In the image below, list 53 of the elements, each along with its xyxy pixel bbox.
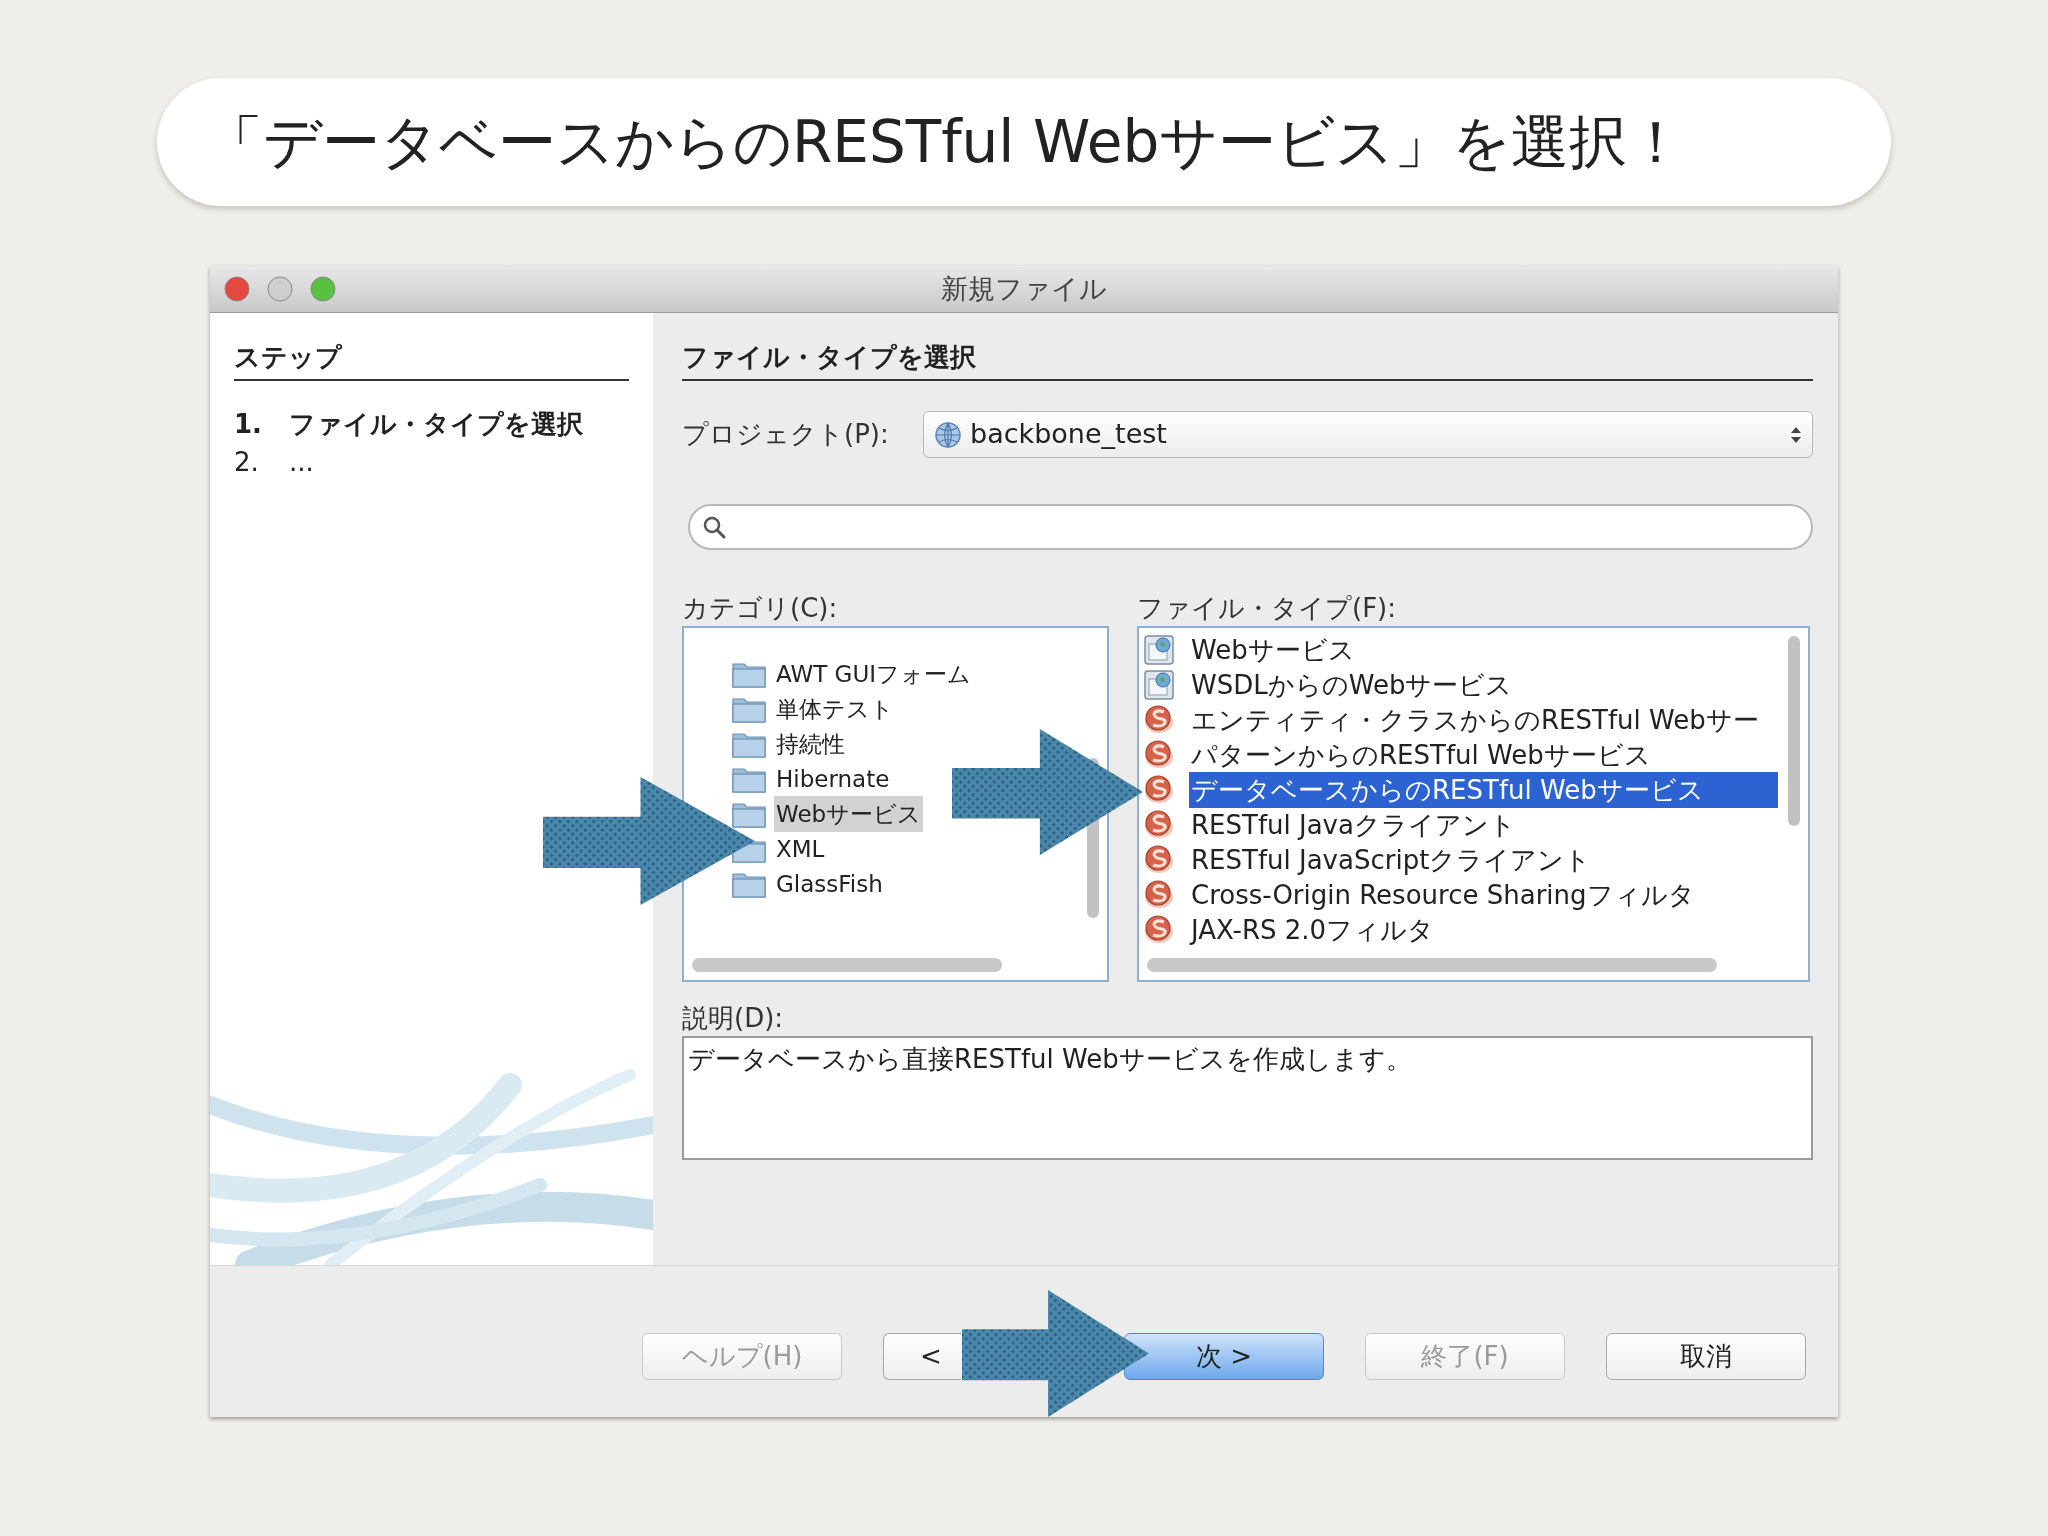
rest-service-icon [1143,808,1175,841]
rest-service-icon [1143,843,1175,876]
list-label: カテゴリ(C): [682,592,839,625]
list-item[interactable]: 単体テスト [774,690,896,727]
stepper-icon [1790,425,1802,444]
list-item[interactable]: RESTful Javaクライアント [1189,806,1778,843]
project-dropdown[interactable]: backbone_test [923,411,1813,458]
list-item[interactable]: Cross-Origin Resource Sharingフィルタ [1189,876,1778,913]
list-item[interactable]: RESTful JavaScriptクライアント [1189,841,1778,878]
search-icon [702,515,726,539]
dialog-button[interactable]: < [883,1333,961,1380]
window-title: 新規ファイル [941,271,1107,306]
caption-text: 「データベースからのRESTful Webサービス」を選択！ [205,106,1686,178]
minimize-button[interactable] [267,276,293,302]
rest-service-icon [1143,703,1175,736]
rest-service-icon [1143,773,1175,806]
list-item[interactable]: JAX-RS 2.0フィルタ [1189,911,1778,948]
list-item[interactable]: XML [774,830,827,867]
list-item[interactable]: GlassFish [774,865,885,902]
list-item[interactable]: 持続性 [774,725,847,762]
web-service-icon [1143,668,1175,701]
search-field[interactable] [688,504,1813,550]
zoom-button[interactable] [310,276,336,302]
globe-icon [934,420,962,449]
project-value: backbone_test [970,417,1168,452]
close-button[interactable] [224,276,250,302]
rest-service-icon [1143,878,1175,911]
list-item[interactable]: データベースからのRESTful Webサービス [1189,771,1778,808]
web-service-icon [1143,633,1175,666]
list-item[interactable]: パターンからのRESTful Webサービス [1189,736,1778,773]
step-number: 2. [234,446,260,479]
scrollbar-thumb[interactable] [1147,958,1717,972]
scrollbar-thumb[interactable] [1788,636,1800,826]
dialog-button[interactable]: 次 > [1124,1333,1324,1380]
step-number: 1. [234,408,263,441]
list-label: ファイル・タイプ(F): [1137,592,1397,625]
list-item[interactable]: Webサービス [1189,631,1778,668]
list-item[interactable]: Hibernate [774,760,892,797]
rest-service-icon [1143,913,1175,946]
list-item[interactable]: WSDLからのWebサービス [1189,666,1778,703]
field-label: プロジェクト(P): [682,418,890,451]
step-label: ... [289,446,314,479]
dialog-button[interactable]: 取消 [1606,1333,1806,1380]
list-item[interactable]: Webサービス [774,795,924,832]
rest-service-icon [1143,738,1175,771]
list-item[interactable]: エンティティ・クラスからのRESTful Webサー [1189,701,1778,738]
steps-heading: ステップ [234,341,342,374]
scrollbar-thumb[interactable] [692,958,1002,972]
field-label: 説明(D): [682,1002,785,1035]
panel-heading: ファイル・タイプを選択 [682,341,976,374]
step-label: ファイル・タイプを選択 [289,408,583,441]
list-item[interactable]: AWT GUIフォーム [774,655,974,692]
description-text: データベースから直接RESTful Webサービスを作成します。 [688,1044,1412,1074]
